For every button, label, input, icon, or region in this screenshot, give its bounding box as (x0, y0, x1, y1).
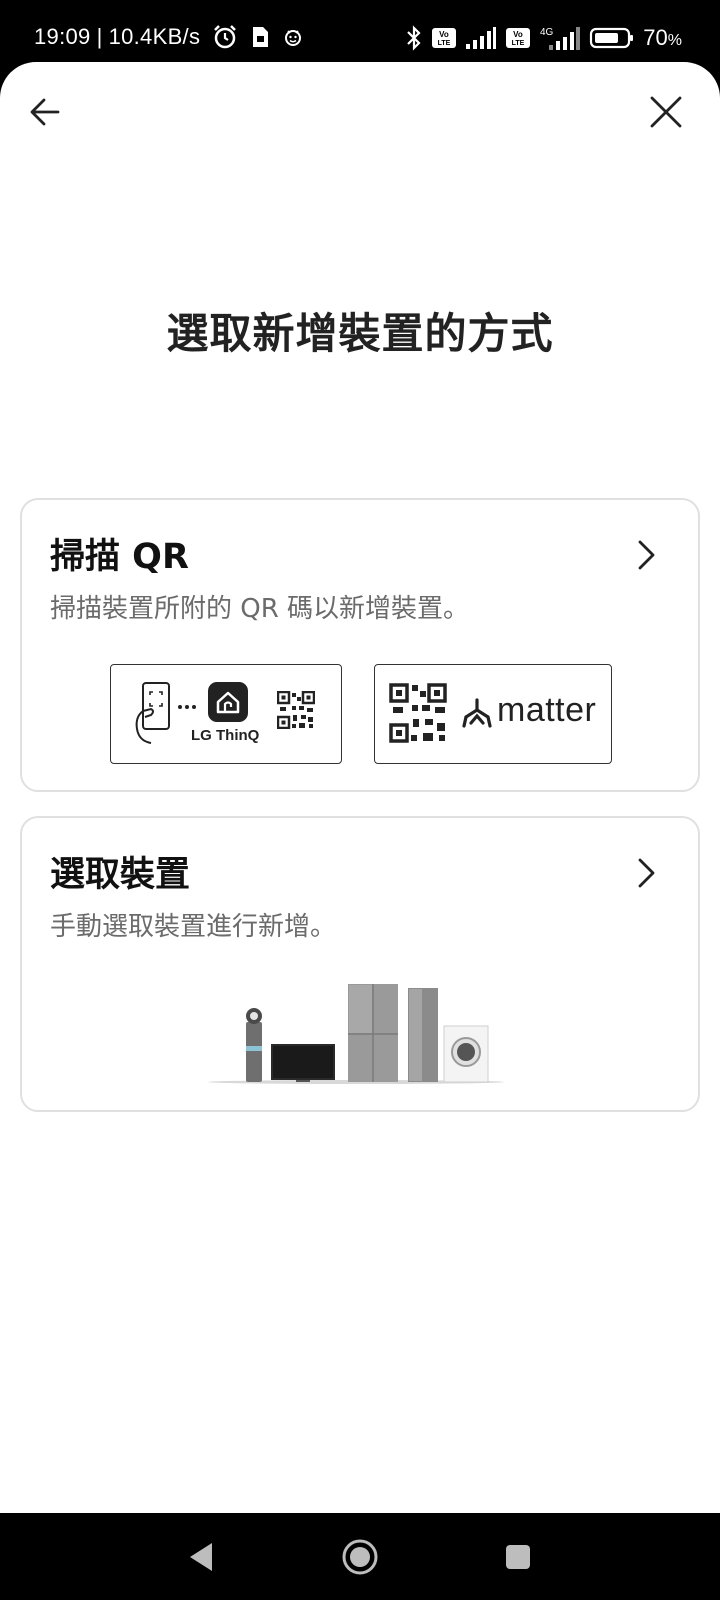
bluetooth-icon (407, 25, 421, 51)
styler-illustration (408, 988, 438, 1082)
status-right: Vo LTE Vo LTE 4G 70% (405, 24, 682, 52)
select-device-option-card[interactable]: 選取裝置 手動選取裝置進行新增。 (20, 816, 700, 1112)
svg-text:4G: 4G (540, 27, 554, 38)
sim-card-icon (253, 27, 269, 47)
thinq-app-icon (208, 682, 248, 722)
washer-illustration (443, 1025, 489, 1083)
scan-qr-title: 掃描 QR (50, 537, 189, 577)
bottom-sheet: 選取新增裝置的方式 掃描 QR 掃描裝置所附的 QR 碼以新增裝置。 LG Th… (0, 62, 720, 1513)
qr-code-icon (277, 691, 315, 729)
status-separator: | (96, 24, 103, 49)
recents-square-icon[interactable] (496, 1535, 540, 1579)
chevron-right-icon (638, 858, 655, 888)
lg-thinq-qr-badge[interactable]: LG ThinQ (110, 664, 342, 764)
matter-label: matter (497, 691, 597, 729)
network-speed: 10.4KB/s (108, 24, 201, 49)
system-navigation-bar (0, 1513, 720, 1600)
home-circle-icon[interactable] (338, 1535, 382, 1579)
svg-text:Vo: Vo (439, 30, 449, 39)
refrigerator-illustration (348, 984, 398, 1082)
page-title: 選取新增裝置的方式 (166, 309, 554, 358)
battery-level: 70% (643, 25, 682, 51)
face-icon (285, 30, 302, 46)
status-bar: 19:09 | 10.4KB/s Vo LTE Vo LTE 4G 70% (0, 0, 720, 62)
matter-qr-badge[interactable]: matter (374, 664, 612, 764)
appliances-illustration (208, 984, 504, 1084)
scan-qr-option-card[interactable]: 掃描 QR 掃描裝置所附的 QR 碼以新增裝置。 LG ThinQ matter (20, 498, 700, 792)
arrow-left-icon[interactable] (28, 94, 64, 130)
select-device-title: 選取裝置 (50, 855, 191, 895)
signal-icon (466, 27, 497, 49)
qr-code-icon (389, 683, 447, 743)
air-purifier-illustration (246, 1008, 262, 1082)
select-device-description: 手動選取裝置進行新增。 (50, 912, 337, 942)
thinq-label: LG ThinQ (191, 727, 260, 744)
svg-text:LTE: LTE (512, 40, 525, 47)
battery-icon (590, 27, 634, 49)
svg-text:LTE: LTE (438, 40, 451, 47)
ellipsis-icon (178, 705, 196, 709)
status-time: 19:09 (34, 24, 91, 49)
scan-qr-description: 掃描裝置所附的 QR 碼以新增裝置。 (50, 594, 470, 624)
4g-signal-icon: 4G (540, 27, 581, 50)
volte-icon: Vo LTE (432, 28, 457, 48)
battery-unit: % (667, 32, 682, 49)
battery-percent: 70 (643, 25, 668, 50)
tv-illustration (271, 1044, 335, 1082)
close-icon[interactable] (646, 92, 686, 132)
volte-icon: Vo LTE (506, 28, 531, 48)
status-left: 19:09 | 10.4KB/s (34, 24, 304, 50)
phone-scan-icon (135, 682, 170, 744)
svg-text:Vo: Vo (513, 30, 523, 39)
matter-logo-icon (462, 698, 492, 728)
back-triangle-icon[interactable] (180, 1535, 224, 1579)
alarm-icon (214, 25, 237, 49)
chevron-right-icon (638, 540, 655, 570)
